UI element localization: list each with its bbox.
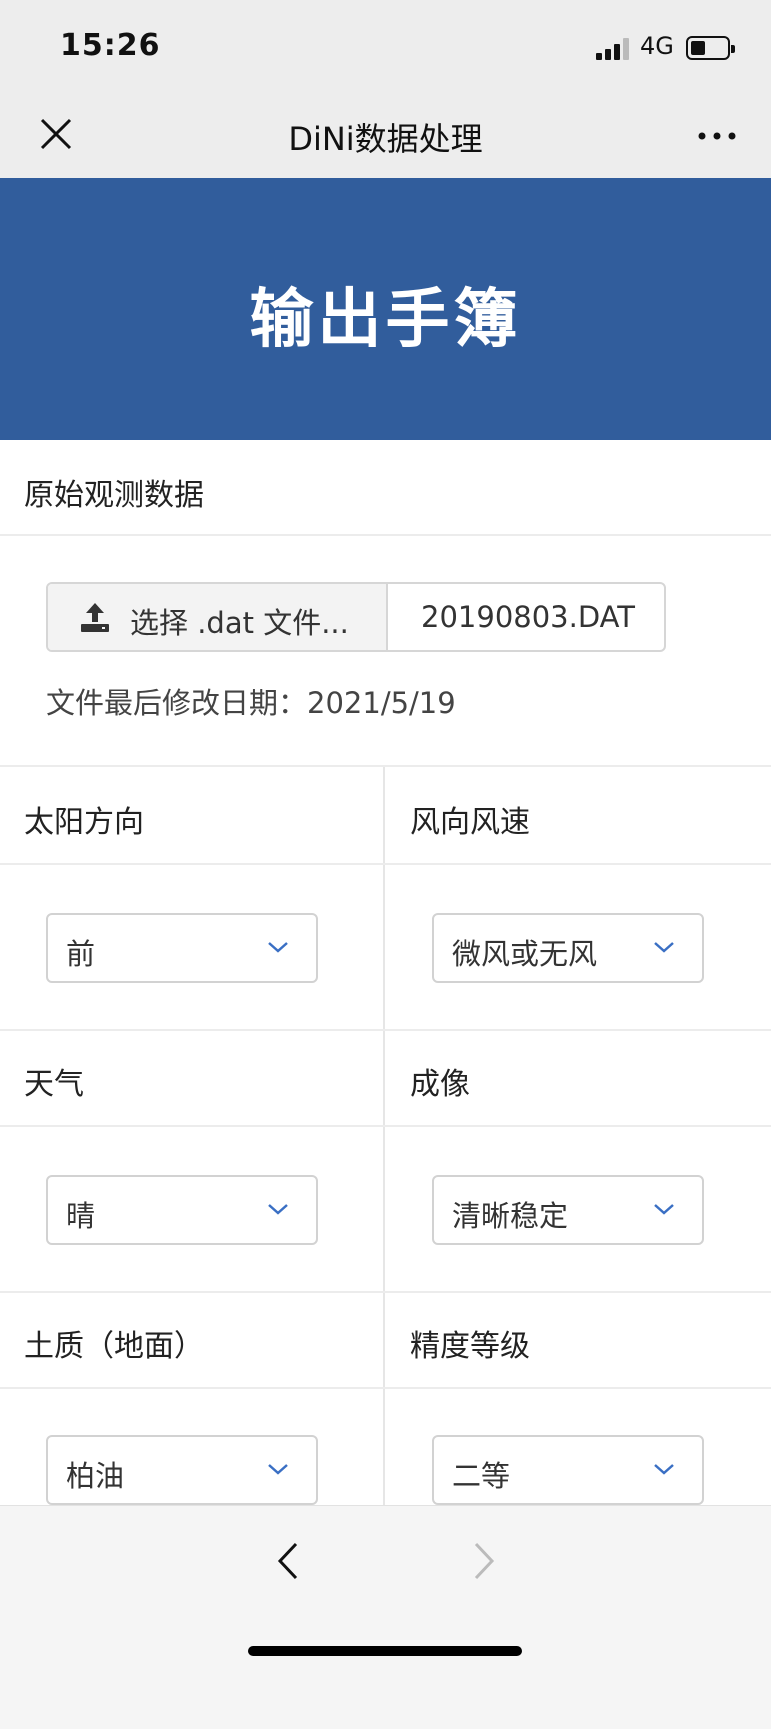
file-picker: 选择 .dat 文件... 20190803.DAT [46, 582, 666, 652]
chevron-down-icon [268, 942, 288, 953]
chevron-down-icon [654, 1204, 674, 1215]
row-divider [0, 863, 771, 865]
chevron-left-icon [277, 1542, 298, 1580]
column-divider [383, 767, 385, 1507]
row-divider [0, 1291, 771, 1293]
file-modified-date: 文件最后修改日期：2021/5/19 [46, 680, 456, 722]
soil-label: 土质（地面） [24, 1329, 204, 1364]
modified-value: 2021/5/19 [307, 686, 456, 720]
wind-select[interactable]: 微风或无风 [432, 913, 704, 983]
soil-select[interactable]: 柏油 [46, 1435, 318, 1505]
options-grid: 太阳方向 风向风速 前 微风或无风 天气 成像 晴 清晰稳定 土质（地面） 精度… [0, 765, 771, 1507]
choose-file-label: 选择 .dat 文件... [130, 606, 349, 640]
weather-value: 晴 [66, 1199, 96, 1233]
more-button[interactable] [692, 116, 742, 156]
chevron-down-icon [268, 1464, 288, 1475]
wind-value: 微风或无风 [452, 937, 598, 971]
accuracy-value: 二等 [452, 1459, 511, 1493]
upload-icon [81, 603, 109, 632]
forward-button[interactable] [464, 1536, 504, 1586]
battery-icon [686, 36, 735, 60]
chevron-down-icon [268, 1204, 288, 1215]
accuracy-select[interactable]: 二等 [432, 1435, 704, 1505]
hero-banner: 输出手簿 [0, 178, 771, 440]
weather-select[interactable]: 晴 [46, 1175, 318, 1245]
sun-direction-select[interactable]: 前 [46, 913, 318, 983]
modified-label: 文件最后修改日期： [46, 686, 308, 720]
weather-label: 天气 [24, 1067, 84, 1102]
accuracy-label: 精度等级 [410, 1329, 530, 1364]
more-icon [698, 132, 736, 140]
imaging-label: 成像 [410, 1067, 470, 1102]
imaging-select[interactable]: 清晰稳定 [432, 1175, 704, 1245]
signal-icon [596, 38, 632, 60]
soil-value: 柏油 [66, 1459, 125, 1493]
sun-direction-label: 太阳方向 [24, 805, 144, 840]
nav-bar: DiNi数据处理 [0, 92, 771, 178]
page-title: DiNi数据处理 [288, 120, 483, 158]
bottom-toolbar [0, 1505, 771, 1729]
row-divider [0, 1125, 771, 1127]
wind-label: 风向风速 [410, 805, 530, 840]
status-bar: 15:26 4G [0, 0, 771, 92]
network-label: 4G [640, 32, 674, 60]
imaging-value: 清晰稳定 [452, 1199, 569, 1233]
back-button[interactable] [268, 1536, 308, 1586]
hero-title: 输出手簿 [249, 283, 522, 357]
raw-data-label: 原始观测数据 [24, 478, 204, 513]
raw-data-section-header: 原始观测数据 [0, 440, 771, 536]
chevron-down-icon [654, 1464, 674, 1475]
row-divider [0, 1387, 771, 1389]
chevron-down-icon [654, 942, 674, 953]
row-divider [0, 1029, 771, 1031]
status-time: 15:26 [60, 28, 161, 63]
chevron-right-icon [474, 1542, 495, 1580]
selected-file-name: 20190803.DAT [421, 600, 635, 634]
choose-file-button[interactable]: 选择 .dat 文件... [48, 584, 388, 650]
sun-direction-value: 前 [66, 937, 96, 971]
home-indicator [248, 1646, 522, 1656]
